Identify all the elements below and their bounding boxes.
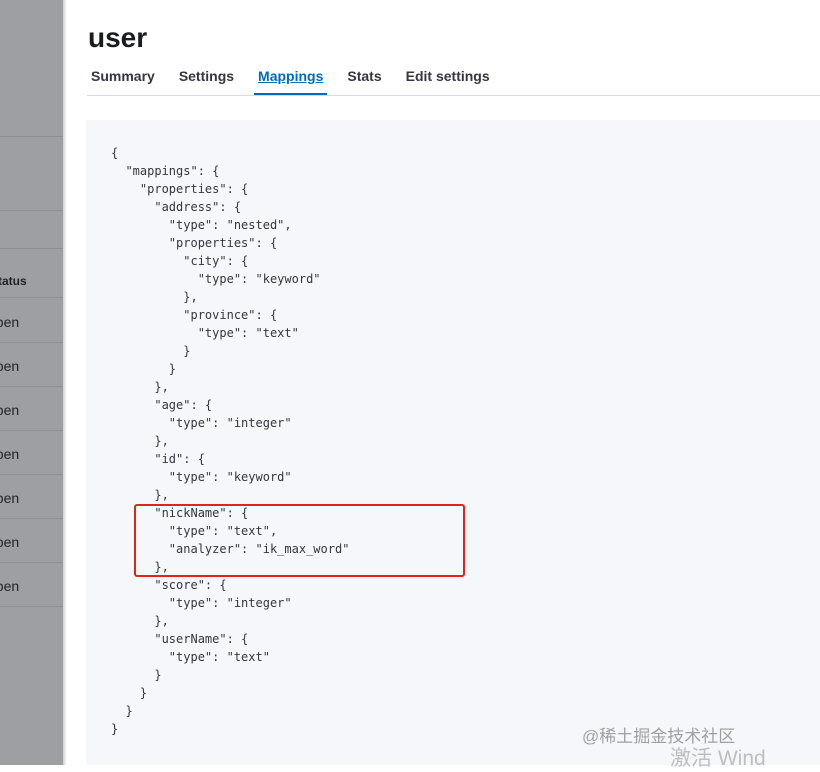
code-line: }	[111, 362, 177, 376]
code-line: },	[111, 488, 169, 502]
divider	[0, 297, 63, 298]
mappings-code-block: { "mappings": { "properties": { "address…	[86, 120, 820, 765]
code-line: "properties": {	[111, 236, 278, 250]
code-line: "properties": {	[111, 182, 249, 196]
divider	[0, 136, 63, 137]
divider	[0, 562, 63, 563]
page-title: user	[88, 22, 148, 53]
code-line: "userName": {	[111, 632, 249, 646]
code-line: "score": {	[111, 578, 227, 592]
code-line: "province": {	[111, 308, 278, 322]
table-row-status: open	[0, 358, 20, 374]
divider	[0, 430, 63, 431]
code-line: "age": {	[111, 398, 213, 412]
divider	[0, 606, 63, 607]
code-line: "mappings": {	[111, 164, 220, 178]
table-row-status: open	[0, 578, 20, 594]
divider	[0, 386, 63, 387]
status-column-header: Status	[0, 274, 27, 288]
tab-bar: Summary Settings Mappings Stats Edit set…	[87, 58, 820, 96]
code-line: }	[111, 704, 133, 718]
table-row-status: open	[0, 490, 20, 506]
divider	[0, 518, 63, 519]
code-line: "id": {	[111, 452, 205, 466]
code-line: "type": "text"	[111, 326, 299, 340]
code-line: "type": "nested",	[111, 218, 292, 232]
tab-mappings[interactable]: Mappings	[254, 58, 328, 95]
code-line: }	[111, 686, 148, 700]
background-index-table: Status open open open open open open open	[0, 0, 63, 765]
code-line: "type": "keyword"	[111, 470, 292, 484]
code-line: },	[111, 434, 169, 448]
highlight-annotation-box	[134, 504, 465, 577]
tab-summary[interactable]: Summary	[87, 58, 159, 95]
os-activation-watermark: 激活 Wind	[670, 747, 766, 770]
code-line: },	[111, 380, 169, 394]
divider	[0, 342, 63, 343]
table-row-status: open	[0, 314, 20, 330]
table-row-status: open	[0, 402, 20, 418]
tab-stats[interactable]: Stats	[343, 58, 385, 95]
code-line: "address": {	[111, 200, 242, 214]
code-line: }	[111, 722, 119, 736]
code-line: "type": "integer"	[111, 596, 292, 610]
code-line: },	[111, 290, 198, 304]
mappings-json: { "mappings": { "properties": { "address…	[111, 144, 349, 738]
table-row-status: open	[0, 446, 20, 462]
tab-edit-settings[interactable]: Edit settings	[402, 58, 494, 95]
code-line: "type": "text"	[111, 650, 270, 664]
code-line: }	[111, 668, 162, 682]
divider	[0, 210, 63, 211]
divider	[0, 474, 63, 475]
divider	[0, 248, 63, 249]
code-line: "type": "integer"	[111, 416, 292, 430]
code-line: "city": {	[111, 254, 249, 268]
code-line: }	[111, 344, 191, 358]
table-row-status: open	[0, 534, 20, 550]
code-line: "type": "keyword"	[111, 272, 321, 286]
code-line: {	[111, 146, 119, 160]
index-details-flyout: user Summary Settings Mappings Stats Edi…	[63, 0, 820, 765]
tab-settings[interactable]: Settings	[175, 58, 238, 95]
code-line: },	[111, 614, 169, 628]
